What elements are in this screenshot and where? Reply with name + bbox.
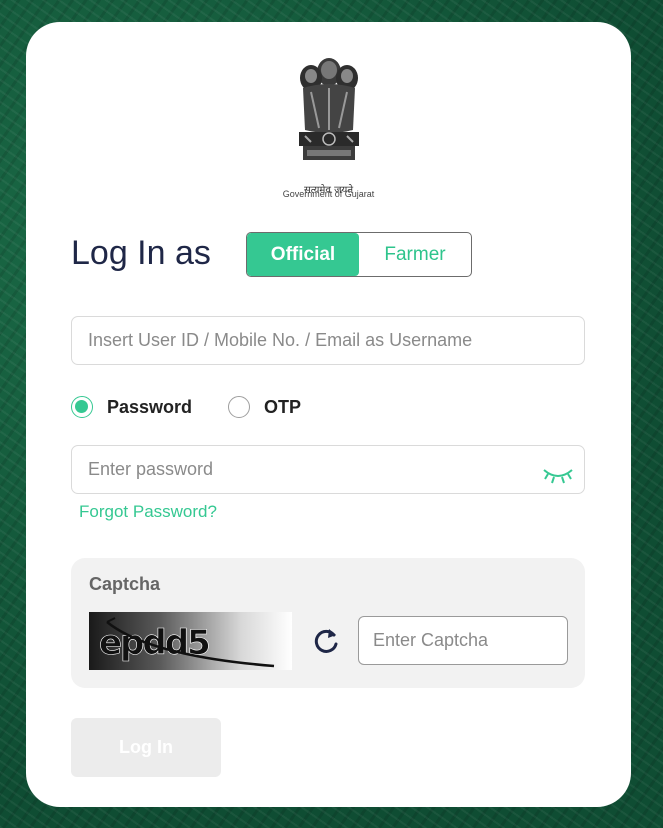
ashoka-emblem-icon xyxy=(298,58,359,160)
forgot-password-link[interactable]: Forgot Password? xyxy=(79,502,217,522)
radio-unchecked-icon xyxy=(228,396,251,418)
government-name: Government of Gujarat xyxy=(282,189,375,199)
auth-method-password-label: Password xyxy=(107,396,193,417)
login-type-row: Log In as Official Farmer xyxy=(71,232,491,282)
state-emblem: सत्यमेव जयते xyxy=(276,52,381,202)
captcha-label: Captcha xyxy=(89,574,161,594)
eye-closed-icon[interactable] xyxy=(542,462,574,486)
captcha-panel: Captcha epdd5 xyxy=(71,558,585,688)
radio-checked-icon xyxy=(71,396,93,418)
user-type-toggle: Official Farmer xyxy=(246,232,472,277)
user-type-farmer[interactable]: Farmer xyxy=(359,233,471,276)
auth-method-otp-label: OTP xyxy=(264,396,302,417)
password-input[interactable] xyxy=(71,445,585,494)
login-button[interactable]: Log In xyxy=(71,718,221,777)
captcha-image: epdd5 xyxy=(89,612,292,670)
auth-method-otp[interactable]: OTP xyxy=(228,396,301,418)
auth-method-password[interactable]: Password xyxy=(71,396,192,418)
user-type-official[interactable]: Official xyxy=(247,233,359,276)
login-card: सत्यमेव जयते Government of Gujarat Log I… xyxy=(26,22,631,807)
captcha-input[interactable] xyxy=(358,616,568,665)
refresh-icon[interactable] xyxy=(311,626,341,656)
login-title: Log In as xyxy=(71,234,211,272)
username-input[interactable] xyxy=(71,316,585,365)
auth-method-group: Password OTP xyxy=(71,394,337,420)
